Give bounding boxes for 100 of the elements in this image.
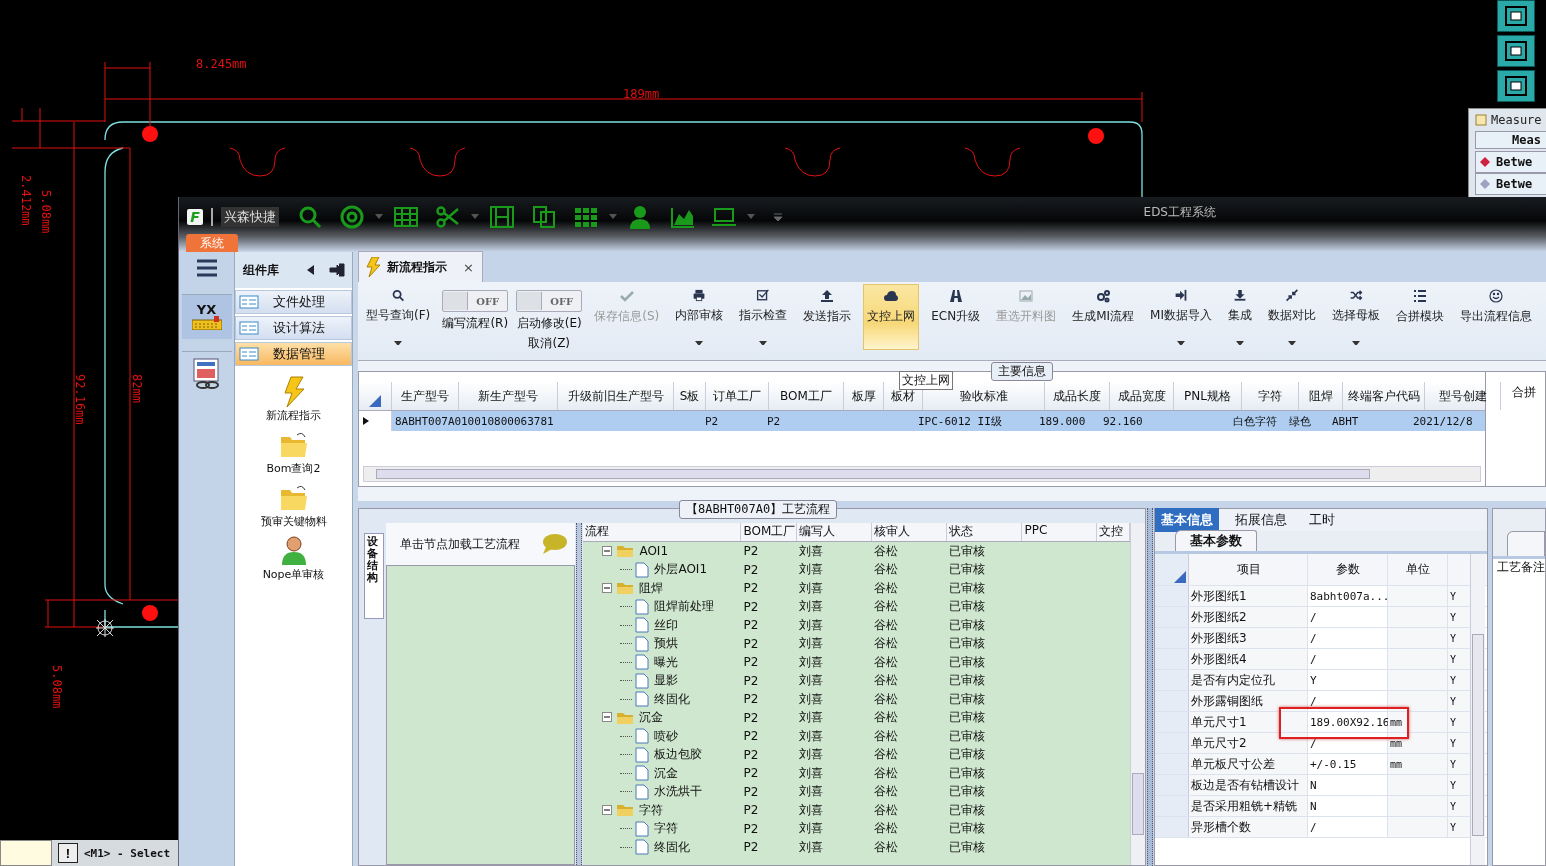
table-cell: 已审核 bbox=[949, 654, 986, 669]
table-cell: 已审核 bbox=[949, 599, 986, 614]
table-cell: mm bbox=[1389, 758, 1402, 770]
toggle-label: 启动修改(E) bbox=[516, 315, 582, 332]
table-cell: / bbox=[1309, 610, 1317, 624]
sidebar-title: 组件库 bbox=[243, 261, 279, 279]
dimension-label: 92.16mm bbox=[73, 374, 87, 425]
table-cell: 已审核 bbox=[949, 636, 986, 651]
table-cell: 已审核 bbox=[949, 765, 986, 780]
table-cell: 已审核 bbox=[949, 821, 986, 836]
table-cell: 谷松 bbox=[874, 543, 899, 558]
table-cell: N bbox=[1309, 778, 1317, 792]
table-cell: 单元板尺寸公差 bbox=[1190, 755, 1275, 773]
table-cell: 已审核 bbox=[949, 543, 986, 558]
table-cell: 谷松 bbox=[874, 728, 899, 743]
table-cell: 已审核 bbox=[949, 562, 986, 577]
tree-label: 沉金 bbox=[654, 764, 679, 782]
table-cell: 刘喜 bbox=[799, 728, 824, 743]
table-cell: / bbox=[1309, 694, 1317, 708]
panel-caption: 【8ABHT007A0】工艺流程 bbox=[679, 500, 838, 519]
table-cell: P2 bbox=[743, 599, 759, 614]
table-cell: 2021/12/8 bbox=[1413, 414, 1473, 428]
table-cell: 刘喜 bbox=[799, 654, 824, 669]
tree-label: 显影 bbox=[654, 672, 679, 690]
table-cell: 是否采用粗铣+精铣 bbox=[1190, 797, 1297, 815]
table-cell: P2 bbox=[743, 655, 759, 670]
table-cell: 10010800063781 bbox=[461, 414, 554, 428]
table-cell: 刘喜 bbox=[799, 543, 824, 558]
table-cell: P2 bbox=[705, 414, 719, 428]
table-cell: Y bbox=[1449, 632, 1456, 644]
table-cell: 189.000 bbox=[1039, 414, 1086, 428]
table-cell: 刘喜 bbox=[799, 747, 824, 762]
table-cell: 外形图纸2 bbox=[1190, 608, 1247, 626]
tree-label: 终固化 bbox=[654, 690, 691, 708]
table-cell: 谷松 bbox=[874, 765, 899, 780]
table-cell: P2 bbox=[743, 581, 759, 596]
table-cell: Y bbox=[1449, 737, 1456, 749]
tree-label: 丝印 bbox=[654, 616, 679, 634]
table-cell: +/-0.15 bbox=[1309, 757, 1357, 771]
table-cell: mm bbox=[1389, 716, 1402, 728]
table-cell: IPC-6012 II级 bbox=[918, 413, 1002, 429]
table-cell: 8abht007a... bbox=[1309, 589, 1390, 603]
table-cell: mm bbox=[1389, 737, 1402, 749]
table-cell: P2 bbox=[743, 766, 759, 781]
table-cell: P2 bbox=[743, 544, 759, 559]
table-cell: / bbox=[1309, 736, 1317, 750]
table-cell: 谷松 bbox=[874, 562, 899, 577]
window-title: EDS工程系统 bbox=[1143, 204, 1216, 221]
tree-label: AOI1 bbox=[639, 544, 669, 559]
table-cell: 白色字符 bbox=[1233, 413, 1277, 429]
tree-label: 阻焊前处理 bbox=[654, 598, 715, 616]
table-cell: 刘喜 bbox=[799, 784, 824, 799]
table-cell: 谷松 bbox=[874, 710, 899, 725]
table-cell: 刘喜 bbox=[799, 821, 824, 836]
table-cell: 刘喜 bbox=[799, 673, 824, 688]
table-cell: 外形图纸3 bbox=[1190, 629, 1247, 647]
table-cell: Y bbox=[1449, 695, 1456, 707]
table-cell: P2 bbox=[743, 784, 759, 799]
table-cell: Y bbox=[1449, 674, 1456, 686]
dimension-label: 5.08mm bbox=[39, 190, 53, 234]
tree-label: 字符 bbox=[639, 801, 664, 819]
dimension-label: 189mm bbox=[623, 87, 660, 101]
table-cell: 谷松 bbox=[874, 617, 899, 632]
table-cell: Y bbox=[1449, 758, 1456, 770]
table-cell: / bbox=[1309, 631, 1317, 645]
table-cell: 异形槽个数 bbox=[1190, 818, 1251, 836]
tree-label: 喷砂 bbox=[654, 727, 679, 745]
tree-label: 字符 bbox=[654, 820, 679, 838]
table-cell: 谷松 bbox=[874, 599, 899, 614]
tree-label: 水洗烘干 bbox=[654, 783, 703, 801]
tooltip: 文控上网 bbox=[899, 371, 953, 390]
table-cell: 谷松 bbox=[874, 691, 899, 706]
table-cell: 外形图纸1 bbox=[1190, 587, 1247, 605]
table-cell: ABHT bbox=[1332, 414, 1359, 428]
table-cell: 是否有内定位孔 bbox=[1190, 671, 1275, 689]
dimension-label: 5.08mm bbox=[50, 665, 64, 709]
dimension-label: 8.245mm bbox=[196, 57, 247, 71]
table-cell: 已审核 bbox=[949, 673, 986, 688]
hint-text: 单击节点加载工艺流程 bbox=[399, 535, 520, 553]
table-cell: 已审核 bbox=[949, 617, 986, 632]
table-cell: 刘喜 bbox=[799, 765, 824, 780]
table-cell: 板边是否有钻槽设计 bbox=[1190, 776, 1299, 794]
table-cell: 谷松 bbox=[874, 636, 899, 651]
table-cell: Y bbox=[1309, 673, 1317, 687]
table-cell: P2 bbox=[743, 562, 759, 577]
table-cell: Y bbox=[1449, 590, 1456, 602]
panel-caption: 主要信息 bbox=[991, 362, 1053, 381]
table-cell: 谷松 bbox=[874, 673, 899, 688]
table-cell: P2 bbox=[743, 673, 759, 688]
table-cell: 刘喜 bbox=[799, 710, 824, 725]
table-cell: 已审核 bbox=[949, 691, 986, 706]
table-cell: 谷松 bbox=[874, 580, 899, 595]
table-cell: 已审核 bbox=[949, 580, 986, 595]
quick-access-label: 兴森快捷 bbox=[221, 207, 279, 227]
table-cell: P2 bbox=[743, 710, 759, 725]
table-cell: P2 bbox=[743, 747, 759, 762]
table-cell: 谷松 bbox=[874, 747, 899, 762]
table-cell: 单元尺寸2 bbox=[1190, 734, 1247, 752]
tree-label: 阻焊 bbox=[639, 579, 664, 597]
notes-label: 工艺备注 bbox=[1496, 560, 1545, 574]
